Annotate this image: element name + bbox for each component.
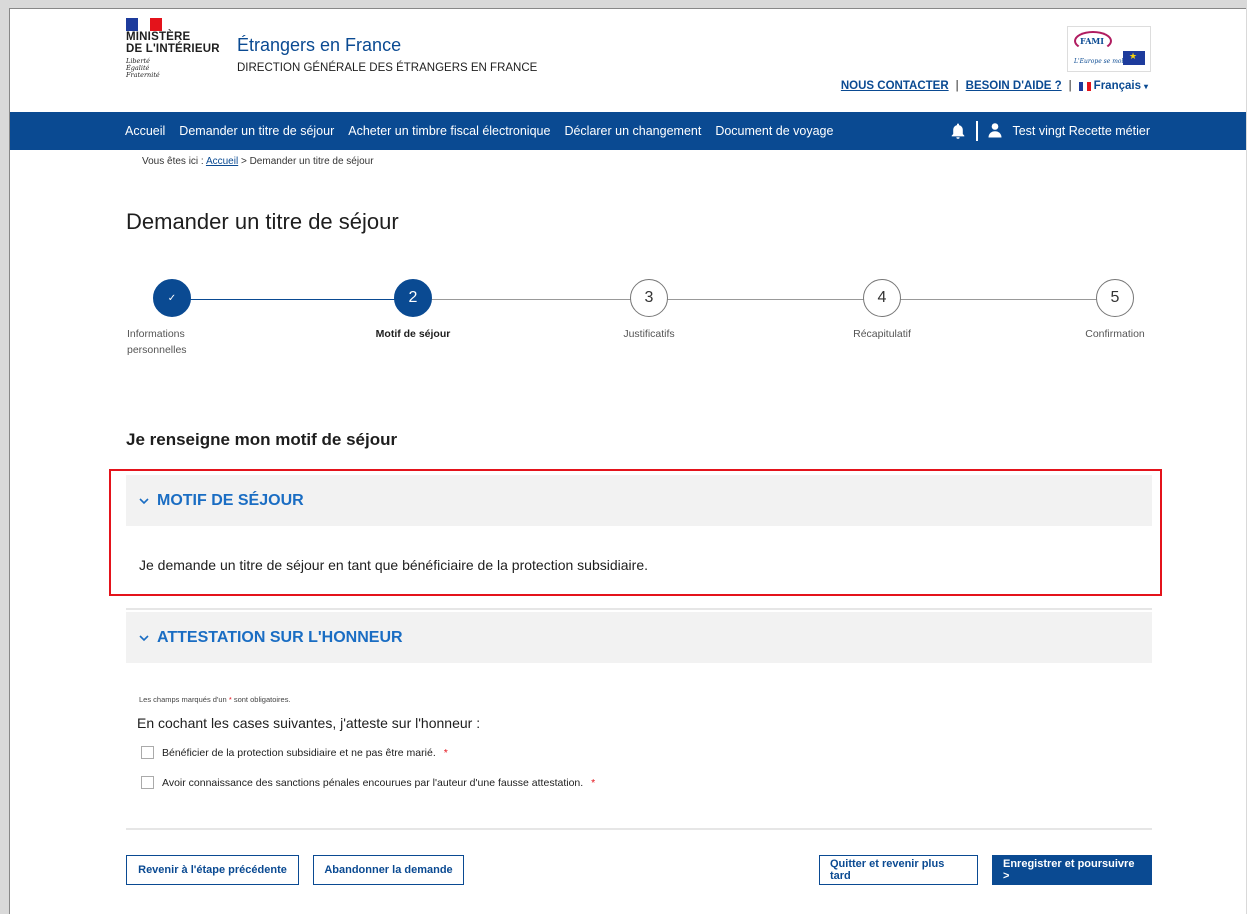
breadcrumb-current: > Demander un titre de séjour [240,156,374,167]
section-heading: Je renseigne mon motif de séjour [126,430,398,449]
required-fields-note: Les champs marqués d'un * sont obligatoi… [139,695,291,704]
divider [126,828,1152,830]
nav-divider [976,121,979,141]
contact-link[interactable]: NOUS CONTACTER [841,80,949,92]
fami-logo: FAMI L'Europe se mobilise [1067,26,1151,72]
required-star: * [443,746,448,759]
french-flag-icon [1078,81,1091,91]
site-title[interactable]: Étrangers en France [237,35,401,56]
caret-down-icon: ▾ [1143,81,1148,91]
checkbox-protection[interactable] [141,746,154,759]
step-number: 5 [1096,279,1134,317]
accordion-attestation-title: ATTESTATION SUR L'HONNEUR [157,628,403,646]
step-label: Récapitulatif [853,328,911,340]
breadcrumb-home-link[interactable]: Accueil [206,156,238,167]
step-2: 2 Motif de séjour [353,279,473,342]
accordion-attestation-header[interactable]: ATTESTATION SUR L'HONNEUR [126,612,1152,663]
logo-line-2: DE L'INTÉRIEUR [126,43,220,55]
nav-items: Accueil Demander un titre de séjour Ache… [125,112,833,150]
motif-text: Je demande un titre de séjour en tant qu… [139,557,648,573]
required-star: * [591,776,596,789]
chevron-down-icon [139,631,151,645]
eu-flag-icon [1123,51,1145,65]
ministry-logo[interactable]: MINISTÈRE DE L'INTÉRIEUR Liberté Égalité… [126,18,246,79]
previous-step-button[interactable]: Revenir à l'étape précédente [126,855,299,885]
fami-logo-text: FAMI [1080,36,1105,46]
step-1: ✓ Informations personnelles [113,279,203,358]
breadcrumb: Vous êtes ici : Accueil > Demander un ti… [142,156,374,167]
quit-later-button[interactable]: Quitter et revenir plus tard [819,855,978,885]
language-label: Français [1093,80,1141,92]
step-label: Informations personnelles [127,328,187,356]
header-links: NOUS CONTACTER | BESOIN D'AIDE ? | Franç… [841,80,1148,92]
checkbox-sanctions[interactable] [141,776,154,789]
step-label: Confirmation [1085,328,1145,340]
accordion-motif-title: MOTIF DE SÉJOUR [157,491,304,509]
save-continue-button[interactable]: Enregistrer et poursuivre > [992,855,1152,885]
checkbox-row-sanctions[interactable]: Avoir connaissance des sanctions pénales… [141,776,595,789]
step-5: 5 Confirmation [1055,279,1175,342]
step-label: Motif de séjour [375,328,451,340]
chevron-down-icon [139,494,151,508]
nav-right: Test vingt Recette métier [949,112,1150,150]
link-separator: | [955,80,959,92]
abandon-button[interactable]: Abandonner la demande [313,855,464,885]
site-header: MINISTÈRE DE L'INTÉRIEUR Liberté Égalité… [10,9,1246,112]
link-separator: | [1068,80,1072,92]
step-3: 3 Justificatifs [589,279,709,342]
note-suffix: sont obligatoires. [233,695,291,704]
step-label: Justificatifs [623,328,675,340]
user-icon [987,122,1003,141]
site-subtitle: DIRECTION GÉNÉRALE DES ÉTRANGERS EN FRAN… [237,62,538,74]
step-number: 4 [863,279,901,317]
nav-item-timbre-fiscal[interactable]: Acheter un timbre fiscal électronique [348,124,550,138]
required-star: * [228,695,232,704]
language-selector[interactable]: Français ▾ [1078,80,1148,92]
page-title: Demander un titre de séjour [126,209,399,234]
nav-item-document-voyage[interactable]: Document de voyage [715,124,833,138]
browser-frame: MINISTÈRE DE L'INTÉRIEUR Liberté Égalité… [9,8,1246,914]
logo-motto: Liberté Égalité Fraternité [126,58,246,79]
checkbox-label[interactable]: Bénéficier de la protection subsidiaire … [162,747,436,759]
attestation-lead: En cochant les cases suivantes, j'attest… [137,715,481,731]
nav-item-accueil[interactable]: Accueil [125,124,165,138]
checkbox-row-protection[interactable]: Bénéficier de la protection subsidiaire … [141,746,448,759]
nav-item-demander-titre[interactable]: Demander un titre de séjour [179,124,334,138]
notification-bell-icon[interactable] [949,122,967,140]
breadcrumb-prefix: Vous êtes ici : [142,156,204,167]
motto-fraternite: Fraternité [126,71,160,79]
check-icon: ✓ [153,279,191,317]
help-link[interactable]: BESOIN D'AIDE ? [966,80,1062,92]
note-prefix: Les champs marqués d'un [139,695,227,704]
checkbox-label[interactable]: Avoir connaissance des sanctions pénales… [162,777,583,789]
user-name[interactable]: Test vingt Recette métier [1012,124,1150,138]
progress-stepper: ✓ Informations personnelles 2 Motif de s… [126,279,1156,379]
accordion-motif-header[interactable]: MOTIF DE SÉJOUR [126,475,1152,526]
divider [126,608,1152,610]
step-number: 3 [630,279,668,317]
step-4: 4 Récapitulatif [822,279,942,342]
step-number: 2 [394,279,432,317]
nav-item-declarer-changement[interactable]: Déclarer un changement [564,124,701,138]
logo-line-1: MINISTÈRE [126,31,191,43]
main-navbar: Accueil Demander un titre de séjour Ache… [10,112,1246,150]
french-flag-icon [126,18,162,31]
